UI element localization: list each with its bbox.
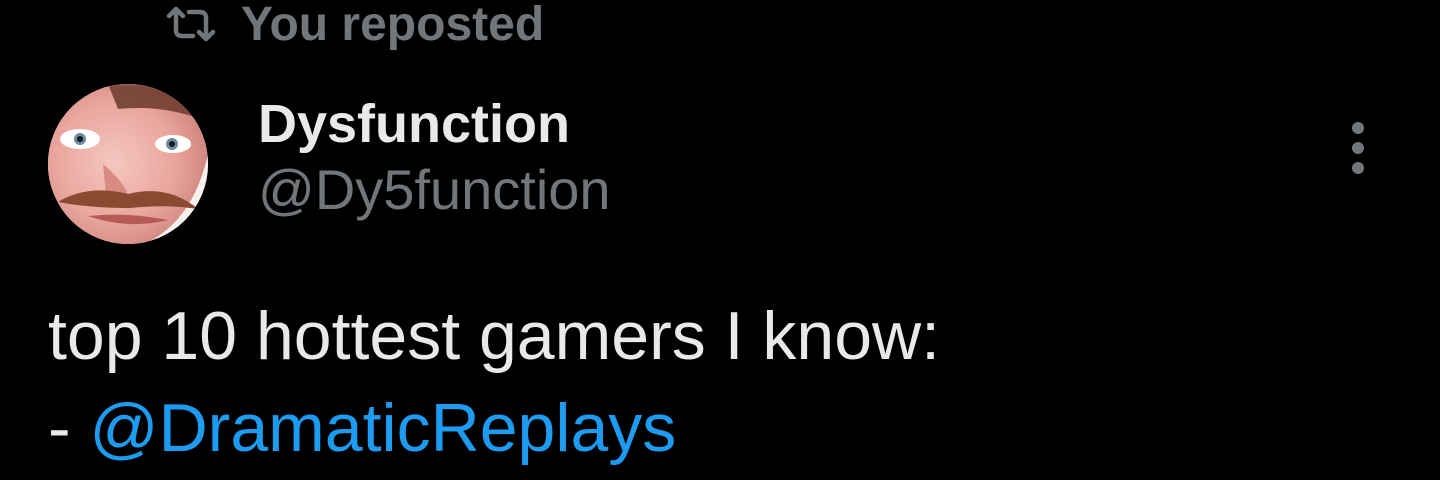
tweet-line-2-prefix: - — [48, 390, 90, 466]
avatar[interactable] — [48, 84, 208, 244]
repost-context[interactable]: You reposted — [165, 0, 544, 54]
repost-label: You reposted — [241, 0, 545, 51]
author-display-name[interactable]: Dysfunction — [258, 92, 611, 156]
more-vertical-icon — [1352, 142, 1364, 154]
more-vertical-icon — [1352, 122, 1364, 134]
more-vertical-icon — [1352, 162, 1364, 174]
tweet-line-2: - @DramaticReplays — [48, 382, 940, 474]
tweet-text: top 10 hottest gamers I know: - @Dramati… — [48, 290, 940, 474]
author-handle[interactable]: @Dy5function — [258, 158, 611, 222]
author-info[interactable]: Dysfunction @Dy5function — [258, 92, 611, 222]
more-options-button[interactable] — [1330, 118, 1386, 178]
tweet-line-1: top 10 hottest gamers I know: — [48, 298, 941, 374]
mention-link[interactable]: @DramaticReplays — [90, 390, 677, 466]
repost-icon — [165, 6, 217, 42]
